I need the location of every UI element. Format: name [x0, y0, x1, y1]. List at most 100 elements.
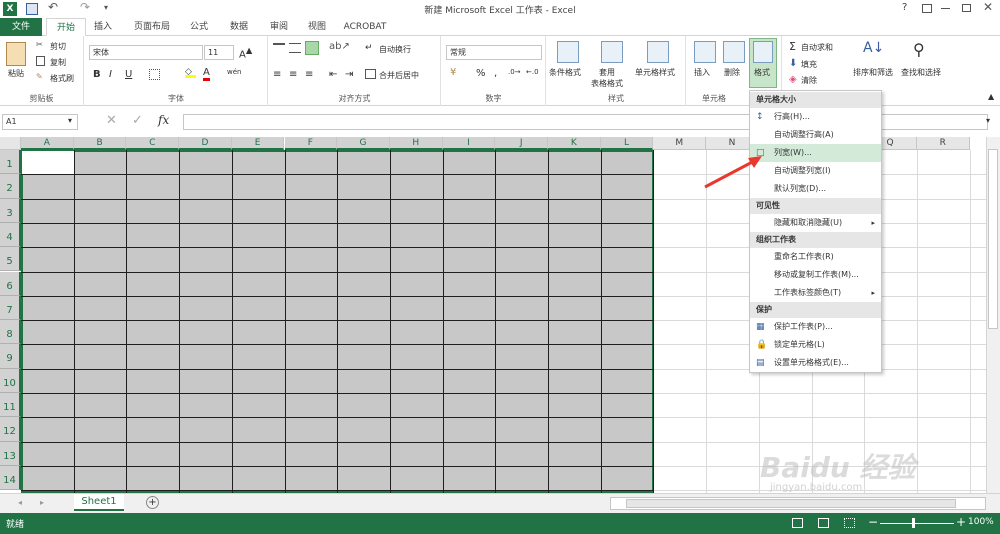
align-center-icon[interactable]: ≡: [289, 69, 297, 80]
paste-button[interactable]: 粘贴: [8, 68, 24, 79]
row-header-11[interactable]: 11: [0, 393, 21, 418]
tab-formulas[interactable]: 公式: [182, 18, 216, 36]
align-middle-icon[interactable]: [289, 43, 301, 53]
format-table-icon[interactable]: [601, 41, 623, 63]
add-sheet-icon[interactable]: +: [146, 496, 159, 509]
restore-icon[interactable]: [962, 4, 971, 12]
vertical-scroll-thumb[interactable]: [988, 149, 998, 329]
merge-center-button[interactable]: 合并后居中: [379, 70, 419, 81]
autosum-icon[interactable]: Σ: [789, 40, 796, 53]
paste-icon[interactable]: [6, 42, 26, 66]
column-header-i[interactable]: I: [442, 137, 496, 150]
tab-home[interactable]: 开始: [46, 18, 86, 36]
undo-icon[interactable]: ↶: [48, 0, 58, 14]
format-table-button[interactable]: 套用 表格格式: [591, 67, 623, 89]
indent-increase-icon[interactable]: ⇥: [345, 69, 353, 80]
column-header-h[interactable]: H: [389, 137, 443, 150]
tab-file[interactable]: 文件: [0, 18, 42, 36]
menu-item[interactable]: 工作表标签颜色(T) ▸: [750, 284, 881, 302]
copy-icon[interactable]: [36, 56, 45, 66]
zoom-out-button[interactable]: −: [868, 515, 878, 529]
enter-icon[interactable]: ✓: [132, 113, 143, 128]
column-header-l[interactable]: L: [600, 137, 654, 150]
find-select-icon[interactable]: ⚲: [913, 40, 925, 59]
column-header-g[interactable]: G: [337, 137, 390, 150]
currency-icon[interactable]: ¥: [450, 67, 456, 78]
row-header-13[interactable]: 13: [0, 441, 21, 466]
clear-icon[interactable]: ◈: [789, 74, 797, 85]
align-left-icon[interactable]: ≡: [273, 69, 281, 80]
zoom-slider[interactable]: [880, 523, 954, 524]
row-header-9[interactable]: 9: [0, 344, 21, 369]
format-painter-icon[interactable]: ✎: [36, 72, 43, 81]
row-header-8[interactable]: 8: [0, 320, 21, 345]
phonetic-button[interactable]: wén: [227, 68, 241, 76]
clear-button[interactable]: 清除: [801, 75, 817, 86]
zoom-in-button[interactable]: +: [956, 515, 966, 529]
cut-icon[interactable]: ✂: [36, 40, 43, 49]
column-header-j[interactable]: J: [495, 137, 548, 150]
zoom-level[interactable]: 100%: [968, 517, 994, 527]
percent-button[interactable]: %: [476, 68, 486, 79]
cancel-icon[interactable]: ✕: [106, 113, 117, 128]
row-header-4[interactable]: 4: [0, 222, 21, 248]
select-all-corner[interactable]: [0, 137, 21, 150]
delete-cells-icon[interactable]: [723, 41, 745, 63]
insert-function-icon[interactable]: fx: [158, 113, 169, 127]
merge-icon[interactable]: [365, 69, 376, 79]
menu-item[interactable]: 重命名工作表(R): [750, 248, 881, 266]
increase-font-icon[interactable]: A▲: [239, 45, 252, 60]
conditional-format-icon[interactable]: [557, 41, 579, 63]
conditional-format-button[interactable]: 条件格式: [549, 67, 581, 78]
row-header-1[interactable]: 1: [0, 150, 21, 175]
collapse-ribbon-icon[interactable]: ▲: [988, 92, 994, 101]
align-bottom-icon[interactable]: [305, 41, 319, 55]
increase-decimal-icon[interactable]: .0→: [508, 68, 521, 76]
row-header-6[interactable]: 6: [0, 271, 21, 296]
save-icon[interactable]: [26, 3, 38, 15]
row-header-2[interactable]: 2: [0, 174, 21, 199]
column-header-e[interactable]: E: [231, 137, 285, 150]
cell-style-icon[interactable]: [647, 41, 669, 63]
column-header-a[interactable]: A: [21, 137, 74, 150]
wrap-icon[interactable]: ↵: [365, 43, 373, 53]
row-header-3[interactable]: 3: [0, 198, 21, 223]
comma-button[interactable]: ,: [494, 68, 497, 79]
zoom-slider-thumb[interactable]: [912, 518, 915, 528]
font-name-box[interactable]: 宋体: [89, 45, 203, 60]
format-cells-button[interactable]: 格式: [754, 67, 770, 78]
menu-item[interactable]: 行高(H)... ↕: [750, 108, 881, 126]
cell-style-button[interactable]: 单元格样式: [635, 67, 675, 78]
tab-acrobat[interactable]: ACROBAT: [340, 18, 390, 36]
bold-button[interactable]: B: [93, 69, 101, 80]
align-top-icon[interactable]: [273, 43, 285, 53]
page-break-view-icon[interactable]: [844, 518, 855, 528]
tab-data[interactable]: 数据: [222, 18, 256, 36]
decrease-decimal-icon[interactable]: ←.0: [526, 68, 539, 76]
column-header-c[interactable]: C: [126, 137, 180, 150]
indent-decrease-icon[interactable]: ⇤: [329, 69, 337, 80]
row-header-12[interactable]: 12: [0, 417, 21, 442]
close-icon[interactable]: ✕: [983, 0, 993, 14]
menu-item[interactable]: 锁定单元格(L) 🔒: [750, 336, 881, 354]
sort-filter-button[interactable]: 排序和筛选: [853, 67, 893, 78]
menu-item[interactable]: 移动或复制工作表(M)...: [750, 266, 881, 284]
wrap-text-button[interactable]: 自动换行: [379, 44, 411, 55]
fill-button[interactable]: 填充: [801, 59, 817, 70]
column-header-d[interactable]: D: [179, 137, 232, 150]
ribbon-display-icon[interactable]: [922, 4, 932, 13]
find-select-button[interactable]: 查找和选择: [901, 67, 941, 78]
format-painter-button[interactable]: 格式刷: [50, 73, 74, 84]
italic-button[interactable]: I: [109, 69, 112, 80]
fill-color-icon[interactable]: ◇: [185, 67, 196, 78]
insert-cells-icon[interactable]: [694, 41, 716, 63]
align-right-icon[interactable]: ≡: [305, 69, 313, 80]
orientation-icon[interactable]: ab↗: [329, 41, 350, 52]
tab-review[interactable]: 审阅: [262, 18, 296, 36]
minimize-icon[interactable]: [941, 8, 950, 9]
horizontal-scroll-thumb[interactable]: [626, 499, 956, 508]
sort-filter-icon[interactable]: A↓: [863, 40, 884, 56]
insert-cells-button[interactable]: 插入: [694, 67, 710, 78]
autosum-button[interactable]: 自动求和: [801, 42, 833, 53]
tab-page-layout[interactable]: 页面布局: [126, 18, 178, 36]
